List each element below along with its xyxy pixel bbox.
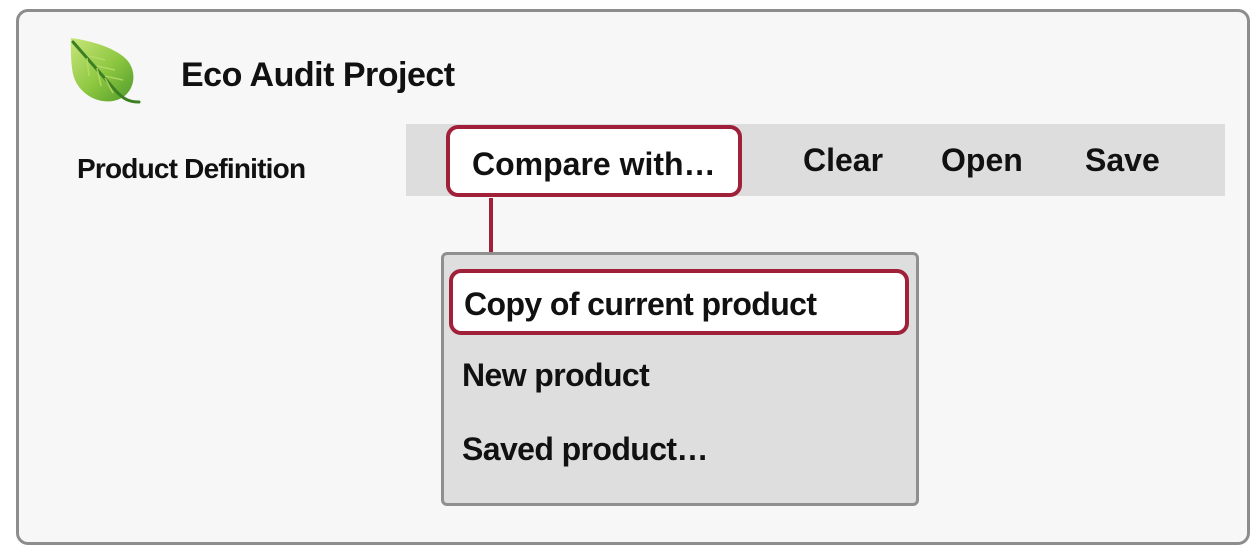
- app-window: Eco Audit Project Product Definition Com…: [16, 9, 1250, 545]
- menu-item-copy-of-current-product[interactable]: Copy of current product: [449, 269, 909, 335]
- toolbar: Compare with… Clear Open Save: [406, 124, 1225, 197]
- clear-button[interactable]: Clear: [803, 124, 883, 196]
- open-button[interactable]: Open: [941, 124, 1023, 196]
- leaf-icon: [67, 36, 143, 108]
- menu-item-new-product[interactable]: New product: [462, 357, 650, 394]
- save-button[interactable]: Save: [1085, 124, 1160, 196]
- product-definition-label: Product Definition: [77, 153, 306, 184]
- app-title: Eco Audit Project: [181, 56, 455, 94]
- compare-dropdown-menu: Copy of current product New product Save…: [441, 252, 919, 506]
- compare-with-button[interactable]: Compare with…: [446, 125, 742, 197]
- menu-item-saved-product[interactable]: Saved product…: [462, 431, 708, 468]
